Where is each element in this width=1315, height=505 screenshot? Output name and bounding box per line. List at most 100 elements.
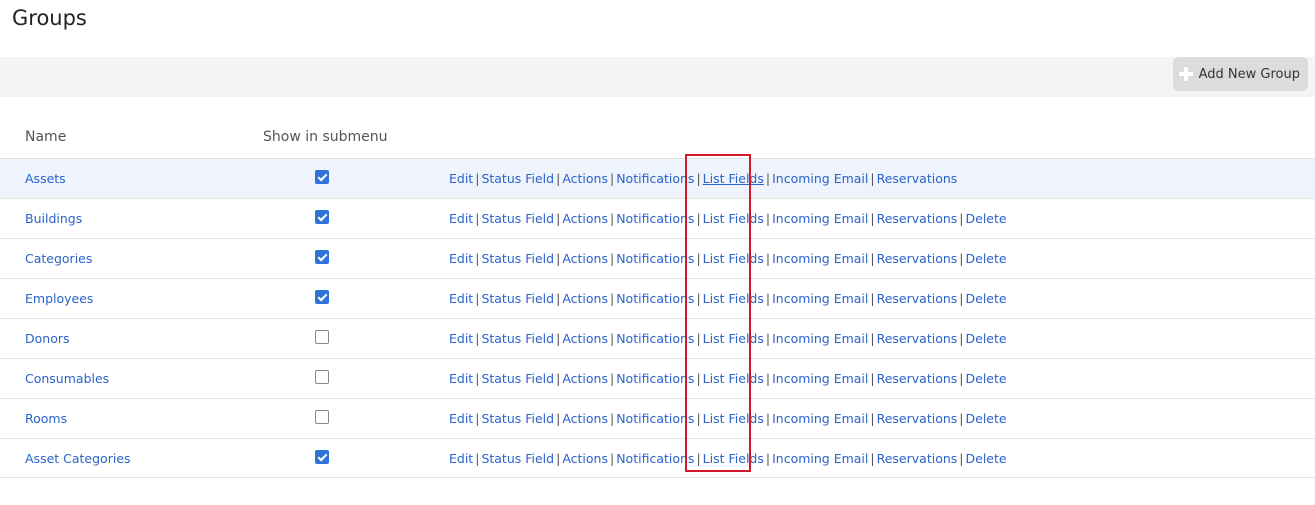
group-name-link[interactable]: Assets [25, 171, 66, 186]
action-separator: | [959, 251, 964, 266]
group-name-link[interactable]: Rooms [25, 411, 67, 426]
status-field-link[interactable]: Status Field [481, 371, 554, 386]
group-name-link[interactable]: Categories [25, 251, 92, 266]
edit-link[interactable]: Edit [449, 411, 473, 426]
actions-link[interactable]: Actions [562, 451, 608, 466]
status-field-link[interactable]: Status Field [481, 251, 554, 266]
action-separator: | [959, 211, 964, 226]
show-in-submenu-checkbox[interactable] [315, 450, 329, 464]
show-in-submenu-checkbox[interactable] [315, 370, 329, 384]
incoming-email-link[interactable]: Incoming Email [772, 451, 868, 466]
actions-link[interactable]: Actions [562, 371, 608, 386]
action-separator: | [609, 251, 615, 266]
actions-link[interactable]: Actions [562, 411, 608, 426]
group-name-link[interactable]: Consumables [25, 371, 109, 386]
edit-link[interactable]: Edit [449, 291, 473, 306]
edit-link[interactable]: Edit [449, 211, 473, 226]
group-name-link[interactable]: Buildings [25, 211, 82, 226]
action-separator: | [765, 451, 771, 466]
incoming-email-link[interactable]: Incoming Email [772, 331, 868, 346]
notifications-link[interactable]: Notifications [616, 451, 694, 466]
reservations-link[interactable]: Reservations [877, 331, 958, 346]
delete-link[interactable]: Delete [966, 251, 1007, 266]
status-field-link[interactable]: Status Field [481, 411, 554, 426]
delete-link[interactable]: Delete [966, 291, 1007, 306]
row-actions: Edit | Status Field | Actions | Notifications |… [449, 171, 957, 186]
reservations-link[interactable]: Reservations [877, 371, 958, 386]
incoming-email-link[interactable]: Incoming Email [772, 371, 868, 386]
notifications-link[interactable]: Notifications [616, 411, 694, 426]
incoming-email-link[interactable]: Incoming Email [772, 291, 868, 306]
incoming-email-link[interactable]: Incoming Email [772, 171, 868, 186]
delete-link[interactable]: Delete [966, 451, 1007, 466]
group-name-link[interactable]: Employees [25, 291, 93, 306]
table-row: Assets Edit | Status Field | Actions | Notifica… [0, 158, 1315, 198]
show-in-submenu-checkbox[interactable] [315, 170, 329, 184]
notifications-link[interactable]: Notifications [616, 171, 694, 186]
group-name-link[interactable]: Asset Categories [25, 451, 131, 466]
reservations-link[interactable]: Reservations [877, 411, 958, 426]
notifications-link[interactable]: Notifications [616, 251, 694, 266]
delete-link[interactable]: Delete [966, 371, 1007, 386]
list-fields-link[interactable]: List Fields [703, 171, 764, 186]
action-separator: | [696, 171, 701, 186]
edit-link[interactable]: Edit [449, 331, 473, 346]
delete-link[interactable]: Delete [966, 411, 1007, 426]
status-field-link[interactable]: Status Field [481, 291, 554, 306]
notifications-link[interactable]: Notifications [616, 371, 694, 386]
edit-link[interactable]: Edit [449, 251, 473, 266]
edit-link[interactable]: Edit [449, 171, 473, 186]
group-name-link[interactable]: Donors [25, 331, 70, 346]
edit-link[interactable]: Edit [449, 371, 473, 386]
action-separator: | [959, 411, 964, 426]
show-in-submenu-checkbox[interactable] [315, 330, 329, 344]
action-separator: | [609, 211, 615, 226]
actions-link[interactable]: Actions [562, 291, 608, 306]
show-in-submenu-checkbox[interactable] [315, 210, 329, 224]
notifications-link[interactable]: Notifications [616, 331, 694, 346]
delete-link[interactable]: Delete [966, 331, 1007, 346]
actions-link[interactable]: Actions [562, 211, 608, 226]
action-separator: | [765, 371, 771, 386]
action-separator: | [765, 411, 771, 426]
show-in-submenu-checkbox[interactable] [315, 290, 329, 304]
row-actions: Edit | Status Field | Actions | Notifications |… [449, 371, 1007, 386]
list-fields-link[interactable]: List Fields [703, 451, 764, 466]
actions-link[interactable]: Actions [562, 331, 608, 346]
reservations-link[interactable]: Reservations [877, 211, 958, 226]
table-row: Employees Edit | Status Field | Actions | Notif… [0, 278, 1315, 318]
incoming-email-link[interactable]: Incoming Email [772, 411, 868, 426]
action-separator: | [609, 451, 615, 466]
show-in-submenu-checkbox[interactable] [315, 410, 329, 424]
row-actions: Edit | Status Field | Actions | Notifications |… [449, 211, 1007, 226]
list-fields-link[interactable]: List Fields [703, 211, 764, 226]
status-field-link[interactable]: Status Field [481, 171, 554, 186]
incoming-email-link[interactable]: Incoming Email [772, 211, 868, 226]
delete-link[interactable]: Delete [966, 211, 1007, 226]
status-field-link[interactable]: Status Field [481, 331, 554, 346]
actions-link[interactable]: Actions [562, 251, 608, 266]
list-fields-link[interactable]: List Fields [703, 371, 764, 386]
incoming-email-link[interactable]: Incoming Email [772, 251, 868, 266]
status-field-link[interactable]: Status Field [481, 451, 554, 466]
status-field-link[interactable]: Status Field [481, 211, 554, 226]
list-fields-link[interactable]: List Fields [703, 331, 764, 346]
reservations-link[interactable]: Reservations [877, 291, 958, 306]
list-fields-link[interactable]: List Fields [703, 411, 764, 426]
list-fields-link[interactable]: List Fields [703, 291, 764, 306]
action-separator: | [696, 331, 701, 346]
reservations-link[interactable]: Reservations [877, 451, 958, 466]
action-separator: | [870, 211, 875, 226]
actions-link[interactable]: Actions [562, 171, 608, 186]
column-header-show-in-submenu: Show in submenu [263, 129, 388, 145]
notifications-link[interactable]: Notifications [616, 211, 694, 226]
show-in-submenu-checkbox[interactable] [315, 250, 329, 264]
reservations-link[interactable]: Reservations [877, 171, 958, 186]
action-separator: | [765, 211, 771, 226]
add-new-group-button[interactable]: Add New Group [1172, 57, 1308, 91]
action-separator: | [696, 451, 701, 466]
list-fields-link[interactable]: List Fields [703, 251, 764, 266]
edit-link[interactable]: Edit [449, 451, 473, 466]
notifications-link[interactable]: Notifications [616, 291, 694, 306]
reservations-link[interactable]: Reservations [877, 251, 958, 266]
